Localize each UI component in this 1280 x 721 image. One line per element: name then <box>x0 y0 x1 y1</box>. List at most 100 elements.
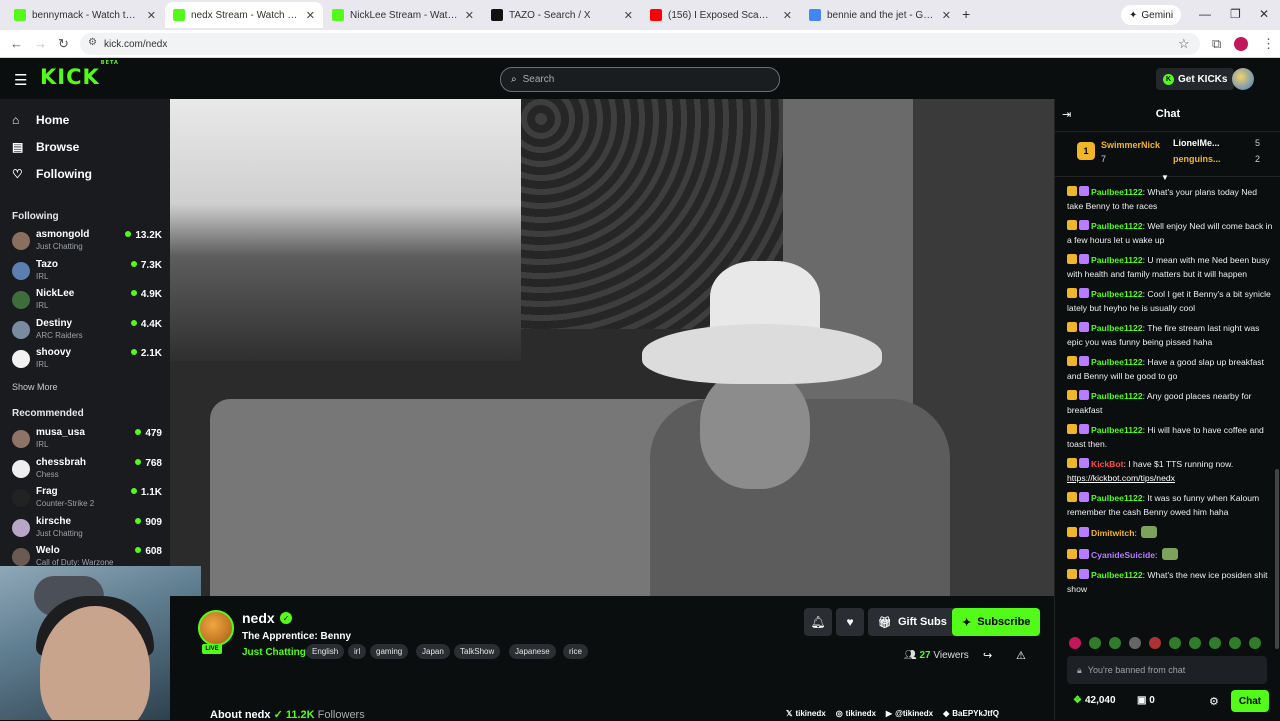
chat-username[interactable]: Paulbee1122 <box>1091 425 1143 435</box>
follow-heart-button[interactable]: ♥ <box>836 608 864 636</box>
show-more-link[interactable]: Show More <box>12 382 58 392</box>
url-field[interactable]: ⚙ kick.com/nedx <box>80 33 1200 55</box>
get-kicks-button[interactable]: K Get KICKs <box>1156 68 1235 90</box>
browser-tab[interactable]: bennymack - Watch the VOD o ✕ <box>6 2 164 28</box>
close-tab-icon[interactable]: ✕ <box>306 9 315 22</box>
new-tab-button[interactable]: + <box>962 6 970 22</box>
stream-tag[interactable]: TalkShow <box>454 644 501 659</box>
chat-username[interactable]: Paulbee1122 <box>1091 391 1143 401</box>
chat-username[interactable]: Paulbee1122 <box>1091 289 1143 299</box>
hamburger-menu-icon[interactable]: ☰ <box>14 71 27 89</box>
stream-tag[interactable]: gaming <box>370 644 409 659</box>
sidebar-channel-tazo[interactable]: Tazo IRL 7.3K <box>12 259 162 287</box>
chat-username[interactable]: Paulbee1122 <box>1091 493 1143 503</box>
leaderboard-user[interactable]: LionelMe... <box>1173 138 1220 148</box>
report-warning-icon[interactable]: ⚠ <box>1016 649 1026 662</box>
share-icon[interactable]: ↪ <box>983 649 992 662</box>
chat-send-button[interactable]: Chat <box>1231 690 1269 712</box>
video-player[interactable] <box>170 99 1054 596</box>
emote-icon[interactable] <box>1149 637 1161 649</box>
stream-tag[interactable]: irl <box>348 644 367 659</box>
back-arrow-icon[interactable]: ← <box>10 36 23 51</box>
sidebar-channel-destiny[interactable]: Destiny ARC Raiders 4.4K <box>12 318 162 346</box>
minimize-icon[interactable]: — <box>1199 7 1211 21</box>
emote-icon[interactable] <box>1109 637 1121 649</box>
user-avatar[interactable] <box>1232 68 1254 90</box>
stream-tag[interactable]: rice <box>563 644 588 659</box>
sidebar-nav-following[interactable]: ♡ Following <box>12 164 92 184</box>
extensions-icon[interactable]: ⧉ <box>1212 36 1221 52</box>
chat-settings-gear-icon[interactable]: ⚙ <box>1209 695 1219 708</box>
stream-tag[interactable]: Japan <box>416 644 450 659</box>
stream-tag[interactable]: Japanese <box>509 644 556 659</box>
subscribe-button[interactable]: ✦ Subscribe <box>952 608 1041 636</box>
kicks-balance[interactable]: ❖ 42,040 <box>1073 695 1116 706</box>
close-tab-icon[interactable]: ✕ <box>783 9 792 22</box>
chat-username[interactable]: Paulbee1122 <box>1091 570 1143 580</box>
subscriber-badge-icon <box>1067 322 1077 332</box>
banned-text: You're banned from chat <box>1087 665 1186 675</box>
sidebar-nav-browse[interactable]: ▤ Browse <box>12 137 79 157</box>
emote-icon[interactable] <box>1209 637 1221 649</box>
close-tab-icon[interactable]: ✕ <box>942 9 951 22</box>
chat-scrollbar[interactable] <box>1275 469 1279 649</box>
sidebar-channel-kirsche[interactable]: kirsche Just Chatting 909 <box>12 516 162 544</box>
close-tab-icon[interactable]: ✕ <box>465 9 474 22</box>
chat-username[interactable]: Paulbee1122 <box>1091 323 1143 333</box>
emote-icon[interactable] <box>1249 637 1261 649</box>
site-info-icon[interactable]: ⚙ <box>88 37 97 48</box>
sidebar-channel-shoovy[interactable]: shoovy IRL 2.1K <box>12 347 162 375</box>
chat-username[interactable]: CyanideSuicide <box>1091 550 1155 560</box>
kick-logo[interactable]: KICKBETA <box>40 60 119 89</box>
sidebar-channel-frag[interactable]: Frag Counter-Strike 2 1.1K <box>12 486 162 514</box>
social-link[interactable]: ◎ tikinedx <box>836 709 876 718</box>
leaderboard-user[interactable]: penguins... <box>1173 154 1221 164</box>
menu-kebab-icon[interactable]: ⋮ <box>1262 36 1275 52</box>
chat-username[interactable]: Paulbee1122 <box>1091 357 1143 367</box>
leaderboard-user[interactable]: SwimmerNick <box>1101 140 1160 150</box>
bookmark-star-icon[interactable]: ☆ <box>1178 36 1190 52</box>
reload-icon[interactable]: ↻ <box>58 36 69 52</box>
profile-icon[interactable] <box>1234 37 1248 51</box>
chat-username[interactable]: Paulbee1122 <box>1091 221 1143 231</box>
notification-bell-button[interactable]: 🔔︎ <box>804 608 832 636</box>
emote-icon[interactable] <box>1229 637 1241 649</box>
sidebar-channel-musa_usa[interactable]: musa_usa IRL 479 <box>12 427 162 455</box>
emote-icon[interactable] <box>1189 637 1201 649</box>
gemini-button[interactable]: ✦ Gemini <box>1121 5 1182 25</box>
gift-balance[interactable]: ▣ 0 <box>1137 695 1155 706</box>
emote-icon[interactable] <box>1069 637 1081 649</box>
close-tab-icon[interactable]: ✕ <box>624 9 633 22</box>
chat-username[interactable]: Dimitwitch <box>1091 528 1134 538</box>
streamer-name[interactable]: nedx <box>242 610 275 626</box>
sidebar-nav-home[interactable]: ⌂ Home <box>12 110 69 130</box>
close-window-icon[interactable]: ✕ <box>1259 7 1269 21</box>
browser-tab[interactable]: (156) I Exposed Scammers in T ✕ <box>642 2 800 28</box>
emote-icon[interactable] <box>1169 637 1181 649</box>
chat-link[interactable]: https://kickbot.com/tips/nedx <box>1067 473 1175 483</box>
streamer-avatar[interactable] <box>198 610 234 646</box>
forward-arrow-icon[interactable]: → <box>34 36 47 51</box>
gift-subs-button[interactable]: 🎁︎ Gift Subs <box>868 608 957 636</box>
stream-tag[interactable]: English <box>306 644 345 659</box>
restore-icon[interactable]: ❐ <box>1230 7 1241 21</box>
pin-toggle-icon[interactable]: ▼ <box>1161 173 1169 182</box>
emote-icon[interactable] <box>1129 637 1141 649</box>
social-link[interactable]: ▶ @tikinedx <box>886 709 933 718</box>
chat-username[interactable]: Paulbee1122 <box>1091 255 1143 265</box>
social-link[interactable]: 𝕏tikinedx <box>786 709 826 718</box>
sidebar-channel-nicklee[interactable]: NickLee IRL 4.9K <box>12 288 162 316</box>
close-tab-icon[interactable]: ✕ <box>147 9 156 22</box>
social-link[interactable]: ◆ BaEPYkJtfQ <box>943 709 999 718</box>
sidebar-channel-chessbrah[interactable]: chessbrah Chess 768 <box>12 457 162 485</box>
stream-category-link[interactable]: Just Chatting <box>242 647 306 658</box>
browser-tab[interactable]: NickLee Stream - Watch Live o ✕ <box>324 2 482 28</box>
browser-tab[interactable]: TAZO - Search / X ✕ <box>483 2 641 28</box>
emote-icon[interactable] <box>1089 637 1101 649</box>
chat-username[interactable]: Paulbee1122 <box>1091 187 1143 197</box>
browser-tab[interactable]: bennie and the jet - Google Se ✕ <box>801 2 959 28</box>
chat-username[interactable]: KickBot <box>1091 459 1123 469</box>
browser-tab[interactable]: nedx Stream - Watch Live on K ✕ <box>165 2 323 28</box>
sidebar-channel-asmongold[interactable]: asmongold Just Chatting 13.2K <box>12 229 162 257</box>
search-input[interactable]: ⌕ Search <box>500 67 780 92</box>
